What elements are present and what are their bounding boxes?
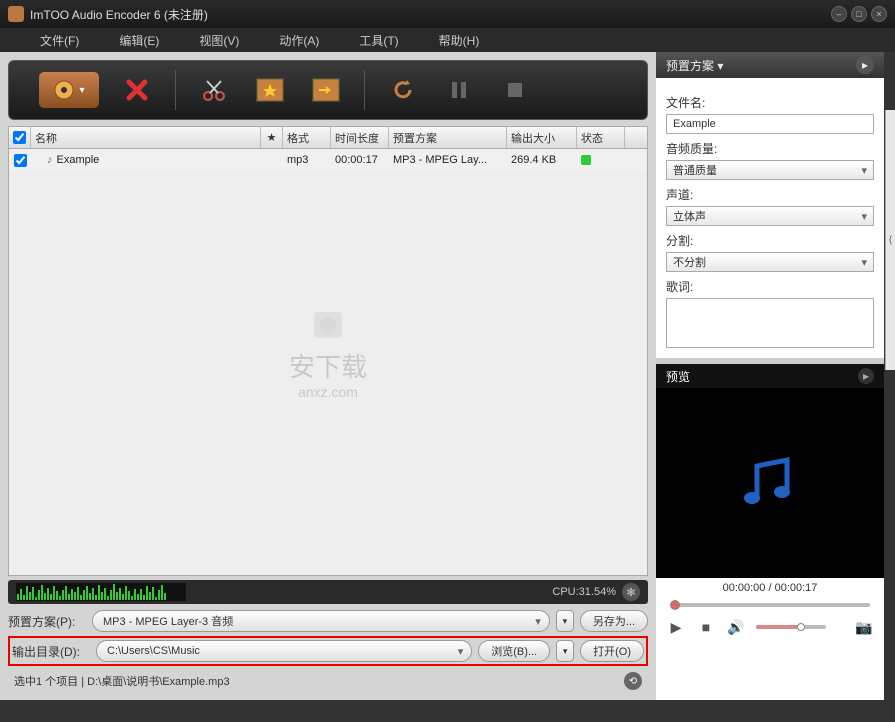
preset-row: 预置方案(P): MP3 - MPEG Layer-3 音频 ▾ 另存为... — [8, 610, 648, 632]
pause-button[interactable] — [441, 72, 477, 108]
window-title: ImTOO Audio Encoder 6 (未注册) — [30, 6, 208, 23]
preset-combo[interactable]: MP3 - MPEG Layer-3 音频 — [92, 610, 550, 632]
quality-select[interactable]: 普通质量 — [666, 160, 874, 180]
open-button[interactable]: 打开(O) — [580, 640, 644, 662]
select-all-checkbox[interactable] — [13, 131, 26, 144]
row-format: mp3 — [283, 149, 331, 171]
col-duration[interactable]: 时间长度 — [331, 127, 389, 148]
col-status[interactable]: 状态 — [577, 127, 625, 148]
music-note-icon: ♪ — [47, 154, 53, 166]
row-size: 269.4 KB — [507, 149, 577, 171]
snapshot-button[interactable]: 📷 — [854, 617, 874, 637]
app-logo-icon — [8, 6, 24, 22]
toolbar: ▾ — [8, 60, 648, 120]
side-preset-header: 预置方案 ▾ ▸ — [656, 52, 884, 78]
row-duration: 00:00:17 — [331, 149, 389, 171]
player-controls: ▶ ■ 🔊 📷 — [656, 612, 884, 642]
filename-label: 文件名: — [666, 94, 874, 111]
output-label: 输出目录(D): — [12, 643, 90, 660]
scissors-icon — [201, 77, 227, 103]
col-name[interactable]: 名称 — [31, 127, 261, 148]
titlebar: ImTOO Audio Encoder 6 (未注册) – □ × — [0, 0, 895, 28]
convert-button[interactable]: ▾ — [39, 72, 99, 108]
stop-icon — [505, 80, 525, 100]
cpu-bar: CPU:31.54% ✻ — [8, 580, 648, 604]
effects-button[interactable] — [252, 72, 288, 108]
lyrics-label: 歌词: — [666, 278, 874, 295]
cpu-graph — [16, 583, 186, 601]
play-button[interactable]: ▶ — [666, 617, 686, 637]
preview-header: 预览 ▸ — [656, 364, 884, 388]
preview-time: 00:00:00 / 00:00:17 — [656, 578, 884, 598]
volume-icon[interactable]: 🔊 — [726, 617, 746, 637]
menu-view[interactable]: 视图(V) — [199, 32, 239, 49]
quality-label: 音频质量: — [666, 140, 874, 157]
cut-button[interactable] — [196, 72, 232, 108]
delete-button[interactable] — [119, 72, 155, 108]
row-name: Example — [57, 154, 100, 166]
disc-icon — [53, 79, 75, 101]
clip-button[interactable] — [308, 72, 344, 108]
preview-area — [656, 388, 884, 578]
volume-thumb[interactable] — [797, 623, 805, 631]
seek-slider[interactable] — [656, 598, 884, 612]
col-profile[interactable]: 预置方案 — [389, 127, 507, 148]
channel-label: 声道: — [666, 186, 874, 203]
menu-action[interactable]: 动作(A) — [279, 32, 319, 49]
preview-expand-icon[interactable]: ▸ — [858, 368, 874, 384]
watermark: 安下载 anxz.com — [289, 302, 367, 400]
filename-field[interactable]: Example — [666, 114, 874, 134]
pause-icon — [449, 80, 469, 100]
player-stop-button[interactable]: ■ — [696, 617, 716, 637]
browse-dropdown-button[interactable]: ▾ — [556, 640, 574, 662]
menu-edit[interactable]: 编辑(E) — [119, 32, 159, 49]
save-as-button[interactable]: 另存为... — [580, 610, 648, 632]
table-row[interactable]: ♪Example mp3 00:00:17 MP3 - MPEG Lay... … — [9, 149, 647, 171]
channel-select[interactable]: 立体声 — [666, 206, 874, 226]
film-star-icon — [255, 77, 285, 103]
status-bar: 选中1 个项目 | D:\桌面\说明书\Example.mp3 ⟲ — [8, 670, 648, 692]
stop-button[interactable] — [497, 72, 533, 108]
split-label: 分割: — [666, 232, 874, 249]
menubar: 文件(F) 编辑(E) 视图(V) 动作(A) 工具(T) 帮助(H) — [0, 28, 895, 52]
film-arrow-icon — [311, 77, 341, 103]
output-row: 输出目录(D): C:\Users\CS\Music 浏览(B)... ▾ 打开… — [12, 640, 644, 662]
preset-label: 预置方案(P): — [8, 613, 86, 630]
collapsed-panel[interactable]: ⟨ — [885, 110, 895, 370]
browse-button[interactable]: 浏览(B)... — [478, 640, 550, 662]
cpu-settings-icon[interactable]: ✻ — [622, 583, 640, 601]
side-form: 文件名: Example 音频质量: 普通质量 声道: 立体声 分割: 不分割 … — [656, 78, 884, 358]
preset-dropdown-button[interactable]: ▾ — [556, 610, 574, 632]
col-star[interactable]: ★ — [261, 127, 283, 148]
row-profile: MP3 - MPEG Lay... — [389, 149, 507, 171]
menu-help[interactable]: 帮助(H) — [439, 32, 480, 49]
file-list: 名称 ★ 格式 时间长度 预置方案 输出大小 状态 ♪ Example mp3 0… — [8, 126, 648, 576]
seek-thumb[interactable] — [670, 600, 680, 610]
shield-icon — [308, 302, 348, 342]
output-path-combo[interactable]: C:\Users\CS\Music — [96, 640, 472, 662]
music-preview-icon — [735, 448, 805, 518]
menu-file[interactable]: 文件(F) — [40, 32, 79, 49]
col-size[interactable]: 输出大小 — [507, 127, 577, 148]
info-icon[interactable]: ⟲ — [624, 672, 642, 690]
close-button[interactable]: × — [871, 6, 887, 22]
col-format[interactable]: 格式 — [283, 127, 331, 148]
row-checkbox[interactable] — [14, 154, 27, 167]
cpu-text: CPU:31.54% — [552, 586, 616, 598]
undo-button[interactable] — [385, 72, 421, 108]
lyrics-textarea[interactable] — [666, 298, 874, 348]
list-header: 名称 ★ 格式 时间长度 预置方案 输出大小 状态 — [9, 127, 647, 149]
split-select[interactable]: 不分割 — [666, 252, 874, 272]
menu-tools[interactable]: 工具(T) — [359, 32, 398, 49]
volume-slider[interactable] — [756, 625, 826, 629]
x-icon — [123, 76, 151, 104]
undo-icon — [390, 77, 416, 103]
minimize-button[interactable]: – — [831, 6, 847, 22]
status-ready-icon — [581, 155, 591, 165]
side-expand-icon[interactable]: ▸ — [856, 56, 874, 74]
maximize-button[interactable]: □ — [851, 6, 867, 22]
